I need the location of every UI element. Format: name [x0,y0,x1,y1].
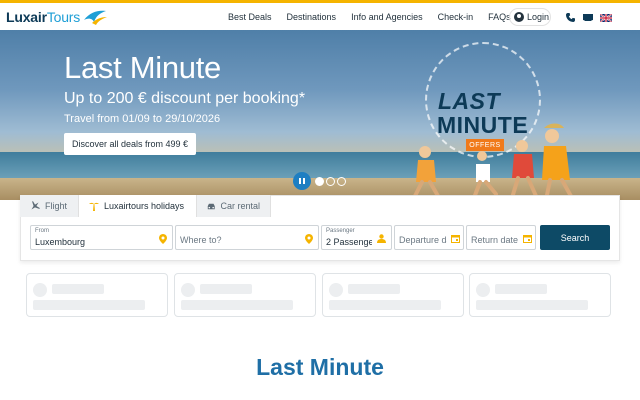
palm-icon [89,202,99,211]
section-title: Last Minute [256,354,384,380]
location-pin-icon [159,234,167,244]
deal-card-skeleton [26,273,168,317]
beach-family-image [412,123,574,200]
passenger-label: Passenger [326,228,355,234]
carousel-dot-3[interactable] [337,176,346,186]
passenger-field[interactable]: Passenger 2 Passengers [321,225,392,250]
nav-best-deals[interactable]: Best Deals [228,12,272,22]
tab-flight[interactable]: Flight [20,195,79,217]
deal-card-skeleton [322,273,464,317]
nav-faqs[interactable]: FAQs [488,12,511,22]
hero-title: Last Minute [64,50,221,85]
search-tabs: Flight Luxairtours holidays Car rental [20,195,271,217]
carousel-dot-2[interactable] [326,176,335,186]
person-icon [377,234,386,243]
nav-destinations[interactable]: Destinations [287,12,337,22]
departure-date-field[interactable]: Departure date [394,225,464,250]
logo-text: LuxairTours [6,9,81,25]
return-placeholder: Return date [471,235,519,245]
tab-flight-label: Flight [45,201,68,211]
return-date-field[interactable]: Return date [466,225,536,250]
from-field[interactable]: From Luxembourg [30,225,173,250]
car-icon [207,203,215,209]
destination-field[interactable]: Where to? [175,225,319,250]
deal-card-skeleton [469,273,611,317]
tab-holidays[interactable]: Luxairtours holidays [79,195,197,217]
hero-dates: Travel from 01/09 to 29/10/2026 [64,113,221,125]
carousel-controls [293,172,348,190]
from-value: Luxembourg [35,237,86,247]
from-label: From [35,228,49,234]
calendar-icon [523,235,532,243]
search-button[interactable]: Search [540,225,610,250]
pause-button[interactable] [293,172,311,190]
brand-logo[interactable]: LuxairTours [6,7,108,27]
nav-check-in[interactable]: Check-in [438,12,474,22]
page: LuxairTours Best Deals Destinations Info… [0,0,640,400]
departure-placeholder: Departure date [399,235,447,245]
mail-icon[interactable] [582,14,594,25]
plane-icon [31,201,40,210]
uk-flag-icon[interactable] [600,14,612,22]
destination-placeholder: Where to? [180,235,222,245]
user-icon [514,12,524,22]
phone-icon[interactable] [566,13,575,22]
nav-info-agencies[interactable]: Info and Agencies [351,12,423,22]
passenger-value: 2 Passengers [326,237,372,247]
discover-deals-button[interactable]: Discover all deals from 499 € [64,133,196,155]
hero-subtitle: Up to 200 € discount per booking* [64,90,306,107]
carousel-dot-1[interactable] [315,176,324,186]
tab-car-label: Car rental [220,201,260,211]
deal-card-skeleton [174,273,316,317]
login-label: Login [527,12,550,22]
badge-last: LAST [438,88,501,114]
login-button[interactable]: Login [509,8,551,26]
calendar-icon [451,235,460,243]
main-nav: Best Deals Destinations Info and Agencie… [228,3,526,30]
tab-holidays-label: Luxairtours holidays [104,201,185,211]
bird-logo-icon [84,10,108,25]
navbar: LuxairTours Best Deals Destinations Info… [0,3,640,30]
location-pin-icon [305,234,313,244]
tab-car-rental[interactable]: Car rental [197,195,271,217]
hero-banner: Last Minute Up to 200 € discount per boo… [0,30,640,200]
